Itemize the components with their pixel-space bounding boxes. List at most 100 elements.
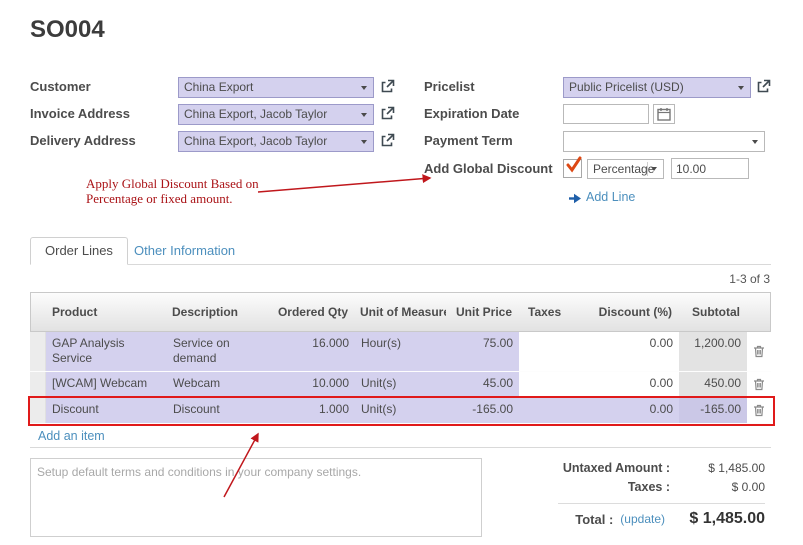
cell-description[interactable]: Webcam bbox=[167, 372, 267, 397]
untaxed-amount-row: Untaxed Amount : $ 1,485.00 bbox=[500, 461, 765, 475]
calendar-icon[interactable] bbox=[653, 104, 675, 124]
col-handle bbox=[31, 293, 46, 331]
tab-other-information-label: Other Information bbox=[134, 243, 235, 258]
payment-term-select[interactable] bbox=[563, 131, 765, 152]
table-row: GAP Analysis Service Service on demand 1… bbox=[30, 332, 771, 372]
pricelist-external-link-icon[interactable] bbox=[755, 78, 771, 94]
trash-icon[interactable] bbox=[747, 372, 771, 397]
cell-discount[interactable]: 0.00 bbox=[575, 332, 679, 371]
cell-product[interactable]: Discount bbox=[46, 398, 167, 423]
cell-qty[interactable]: 1.000 bbox=[267, 398, 355, 423]
annotation-global-discount: Apply Global Discount Based on Percentag… bbox=[86, 176, 259, 206]
delivery-address-select-value: China Export, Jacob Taylor bbox=[184, 134, 327, 148]
cell-subtotal: 1,200.00 bbox=[679, 332, 747, 371]
cell-unit-price[interactable]: 75.00 bbox=[447, 332, 519, 371]
global-discount-mode-select[interactable]: Percentage bbox=[587, 159, 664, 179]
chevron-down-icon bbox=[651, 167, 657, 171]
cell-description[interactable]: Discount bbox=[167, 398, 267, 423]
customer-external-link-icon[interactable] bbox=[379, 78, 395, 94]
divider bbox=[647, 162, 648, 176]
cell-taxes[interactable] bbox=[519, 332, 575, 371]
col-discount: Discount (%) bbox=[574, 293, 678, 331]
col-unit-price: Unit Price bbox=[446, 293, 518, 331]
chevron-down-icon bbox=[361, 113, 367, 117]
trash-icon[interactable] bbox=[747, 332, 771, 371]
delivery-address-label: Delivery Address bbox=[30, 133, 136, 148]
untaxed-amount-label: Untaxed Amount : bbox=[500, 461, 670, 475]
invoice-address-select[interactable]: China Export, Jacob Taylor bbox=[178, 104, 374, 125]
untaxed-amount-value: $ 1,485.00 bbox=[670, 461, 765, 475]
delivery-address-select[interactable]: China Export, Jacob Taylor bbox=[178, 131, 374, 152]
cell-uom[interactable]: Unit(s) bbox=[355, 372, 447, 397]
cell-qty[interactable]: 16.000 bbox=[267, 332, 355, 371]
annotation-line-1: Apply Global Discount Based on bbox=[86, 176, 259, 191]
pager: 1-3 of 3 bbox=[620, 272, 770, 286]
col-taxes: Taxes bbox=[518, 293, 574, 331]
cell-unit-price[interactable]: -165.00 bbox=[447, 398, 519, 423]
tab-order-lines-label: Order Lines bbox=[45, 243, 113, 258]
col-actions bbox=[746, 293, 770, 331]
table-row: [WCAM] Webcam Webcam 10.000 Unit(s) 45.0… bbox=[30, 372, 771, 398]
annotation-line-2: Percentage or fixed amount. bbox=[86, 191, 259, 206]
cell-product[interactable]: [WCAM] Webcam bbox=[46, 372, 167, 397]
page-title: SO004 bbox=[30, 16, 105, 44]
pricelist-label: Pricelist bbox=[424, 79, 475, 94]
totals-divider bbox=[558, 503, 765, 504]
col-qty: Ordered Qty bbox=[266, 293, 354, 331]
cell-product[interactable]: GAP Analysis Service bbox=[46, 332, 167, 371]
add-line-link[interactable]: Add Line bbox=[586, 190, 635, 204]
invoice-address-external-link-icon[interactable] bbox=[379, 105, 395, 121]
row-handle bbox=[30, 398, 46, 423]
terms-conditions-textarea[interactable] bbox=[30, 458, 482, 537]
cell-taxes[interactable] bbox=[519, 398, 575, 423]
cell-discount[interactable]: 0.00 bbox=[575, 398, 679, 423]
tab-order-lines[interactable]: Order Lines bbox=[30, 237, 128, 265]
add-an-item-link[interactable]: Add an item bbox=[38, 429, 105, 443]
chevron-down-icon bbox=[752, 140, 758, 144]
cell-discount[interactable]: 0.00 bbox=[575, 372, 679, 397]
cell-taxes[interactable] bbox=[519, 372, 575, 397]
trash-icon[interactable] bbox=[747, 398, 771, 423]
customer-label: Customer bbox=[30, 79, 91, 94]
global-discount-amount-input[interactable] bbox=[671, 158, 749, 179]
cell-qty[interactable]: 10.000 bbox=[267, 372, 355, 397]
cell-uom[interactable]: Hour(s) bbox=[355, 332, 447, 371]
taxes-value: $ 0.00 bbox=[670, 480, 765, 494]
global-discount-label: Add Global Discount bbox=[424, 161, 553, 176]
payment-term-label: Payment Term bbox=[424, 133, 513, 148]
chevron-down-icon bbox=[738, 86, 744, 90]
check-icon bbox=[565, 156, 583, 174]
row-handle bbox=[30, 372, 46, 397]
invoice-address-label: Invoice Address bbox=[30, 106, 130, 121]
annotation-arrow-1 bbox=[258, 178, 430, 192]
cell-unit-price[interactable]: 45.00 bbox=[447, 372, 519, 397]
cell-subtotal: -165.00 bbox=[679, 398, 747, 423]
chevron-down-icon bbox=[361, 140, 367, 144]
cell-uom[interactable]: Unit(s) bbox=[355, 398, 447, 423]
chevron-down-icon bbox=[361, 86, 367, 90]
pricelist-select[interactable]: Public Pricelist (USD) bbox=[563, 77, 751, 98]
col-description: Description bbox=[166, 293, 266, 331]
total-row: Total : (update) $ 1,485.00 bbox=[500, 510, 765, 528]
total-label: Total : bbox=[575, 512, 613, 527]
invoice-address-select-value: China Export, Jacob Taylor bbox=[184, 107, 327, 121]
cell-description[interactable]: Service on demand bbox=[167, 332, 267, 371]
total-value: $ 1,485.00 bbox=[665, 510, 765, 528]
row-handle bbox=[30, 332, 46, 371]
col-uom: Unit of Measure bbox=[354, 293, 446, 331]
update-link[interactable]: (update) bbox=[620, 512, 665, 526]
add-line-arrow-icon bbox=[568, 192, 582, 204]
customer-select[interactable]: China Export bbox=[178, 77, 374, 98]
expiration-date-label: Expiration Date bbox=[424, 106, 519, 121]
col-product: Product bbox=[46, 293, 166, 331]
cell-subtotal: 450.00 bbox=[679, 372, 747, 397]
global-discount-checkbox[interactable] bbox=[563, 159, 582, 178]
expiration-date-input[interactable] bbox=[563, 104, 649, 124]
pricelist-select-value: Public Pricelist (USD) bbox=[569, 80, 684, 94]
add-item-row: Add an item bbox=[30, 424, 771, 448]
tab-other-information[interactable]: Other Information bbox=[122, 237, 247, 265]
col-subtotal: Subtotal bbox=[678, 293, 746, 331]
delivery-address-external-link-icon[interactable] bbox=[379, 132, 395, 148]
taxes-row: Taxes : $ 0.00 bbox=[500, 480, 765, 494]
global-discount-mode-value: Percentage bbox=[593, 162, 654, 176]
